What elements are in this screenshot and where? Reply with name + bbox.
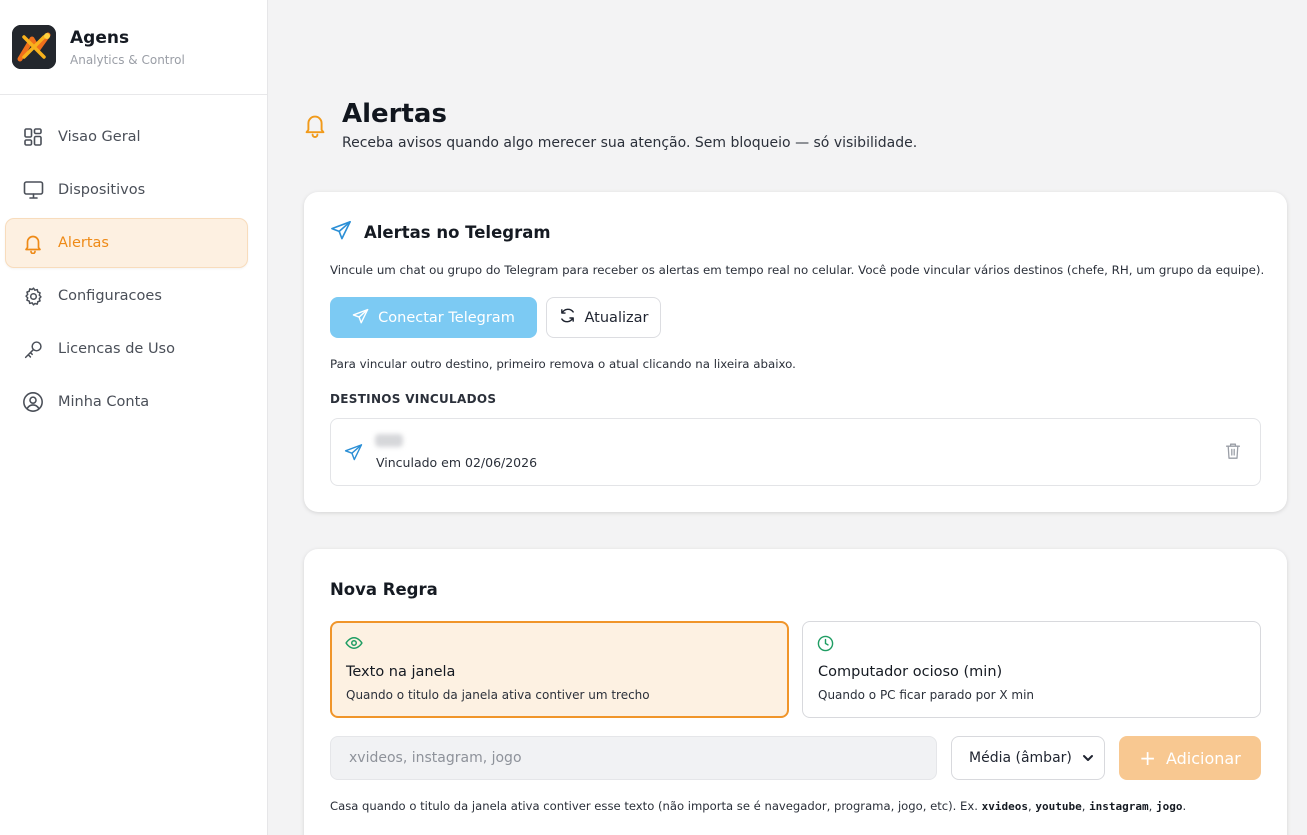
option-title: Computador ocioso (min) (818, 664, 1003, 680)
example-keyword: jogo (1156, 800, 1183, 813)
app-logo (12, 25, 56, 69)
rule-type-idle-computer[interactable]: Computador ocioso (min) Quando o PC fica… (802, 621, 1261, 718)
send-icon (344, 443, 363, 465)
sidebar-item-label: Configuracoes (58, 288, 162, 304)
telegram-card-title: Alertas no Telegram (330, 220, 551, 244)
gear-icon (22, 285, 44, 307)
example-keyword: instagram (1089, 800, 1149, 813)
example-keyword: youtube (1035, 800, 1082, 813)
page-title: Alertas (342, 99, 447, 129)
add-rule-button[interactable]: + Adicionar (1119, 736, 1261, 780)
clock-icon (817, 635, 834, 656)
sidebar-item-alertas[interactable]: Alertas (5, 218, 248, 268)
sidebar-item-label: Visao Geral (58, 129, 141, 145)
destination-linked-date: Vinculado em 02/06/2026 (376, 455, 538, 470)
brand-header: Agens Analytics & Control (0, 0, 267, 95)
monitor-icon (22, 179, 44, 201)
telegram-alerts-card: Alertas no Telegram Vincule um chat ou g… (304, 192, 1287, 512)
app-subtitle: Analytics & Control (70, 52, 185, 67)
user-circle-icon (22, 391, 44, 413)
destination-name-redacted: ••• (375, 434, 403, 447)
window-text-input[interactable] (330, 736, 937, 780)
link-hint: Para vincular outro destino, primeiro re… (330, 357, 796, 371)
eye-icon (345, 635, 363, 654)
linked-destinations-heading: DESTINOS VINCULADOS (330, 392, 497, 406)
sidebar-item-label: Alertas (58, 235, 109, 251)
telegram-description: Vincule um chat ou grupo do Telegram par… (330, 263, 1265, 277)
connect-telegram-button[interactable]: Conectar Telegram (330, 297, 537, 338)
option-title: Texto na janela (346, 664, 456, 680)
sidebar: Agens Analytics & Control Visao Geral Di… (0, 0, 268, 835)
option-description: Quando o titulo da janela ativa contiver… (346, 688, 650, 702)
key-icon (22, 338, 44, 360)
option-description: Quando o PC ficar parado por X min (818, 688, 1035, 702)
sidebar-item-licencas[interactable]: Licencas de Uso (5, 324, 248, 374)
sidebar-item-minha-conta[interactable]: Minha Conta (5, 377, 248, 427)
trash-icon[interactable] (1225, 442, 1241, 464)
bell-icon (303, 112, 327, 151)
sidebar-item-label: Dispositivos (58, 182, 146, 198)
new-rule-title: Nova Regra (330, 580, 438, 599)
page-header: Alertas Receba avisos quando algo merece… (303, 99, 917, 151)
dashboard-icon (22, 126, 44, 148)
app-name: Agens (70, 27, 130, 48)
rule-type-window-text[interactable]: Texto na janela Quando o titulo da janel… (330, 621, 789, 718)
destination-item: ••• Vinculado em 02/06/2026 (330, 418, 1261, 486)
sidebar-item-visao-geral[interactable]: Visao Geral (5, 112, 248, 162)
chevron-down-icon (1082, 752, 1094, 768)
sidebar-item-dispositivos[interactable]: Dispositivos (5, 165, 248, 215)
sidebar-item-label: Minha Conta (58, 394, 150, 410)
rule-help-text: Casa quando o titulo da janela ativa con… (330, 799, 1187, 813)
new-rule-card: Nova Regra Texto na janela Quando o titu… (304, 549, 1287, 835)
sidebar-item-configuracoes[interactable]: Configuracoes (5, 271, 248, 321)
example-keyword: xvideos (981, 800, 1028, 813)
plus-icon: + (1139, 746, 1156, 770)
page-subtitle: Receba avisos quando algo merecer sua at… (342, 135, 918, 151)
send-icon (352, 308, 369, 328)
severity-selected-value: Média (âmbar) (969, 750, 1072, 766)
sidebar-nav: Visao Geral Dispositivos Alertas Configu… (0, 95, 267, 427)
bell-icon (22, 232, 44, 254)
severity-select[interactable]: Média (âmbar) (951, 736, 1105, 780)
sidebar-item-label: Licencas de Uso (58, 341, 175, 357)
refresh-icon (559, 307, 576, 328)
send-icon (330, 220, 352, 244)
refresh-button[interactable]: Atualizar (546, 297, 661, 338)
